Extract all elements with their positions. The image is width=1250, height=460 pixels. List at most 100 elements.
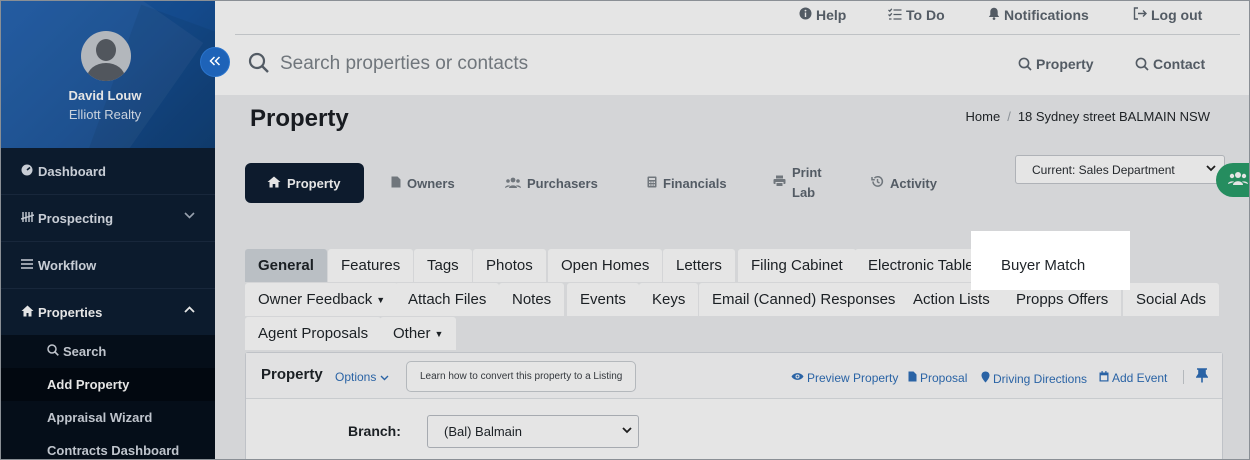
subtab-label: Electronic Table (868, 257, 974, 274)
subtab-events[interactable]: Events (567, 283, 639, 316)
chevron-up-icon (184, 304, 195, 316)
search-scope-property[interactable]: Property (1018, 56, 1094, 72)
caret-down-icon: ▼ (376, 294, 386, 305)
pin-icon[interactable] (1195, 368, 1209, 386)
users-icon (1228, 171, 1248, 190)
user-name: David Louw (68, 88, 142, 103)
subtab-buyer-match[interactable]: Buyer Match (971, 231, 1130, 290)
tab-owners[interactable]: Owners (391, 163, 455, 203)
branch-select[interactable]: (Bal) Balmain (427, 415, 639, 448)
notifications-link[interactable]: Notifications (988, 7, 1089, 23)
map-pin-icon (981, 371, 990, 386)
calendar-icon (1099, 371, 1109, 385)
subtab-label: Features (341, 257, 401, 274)
sidebar-subitem-appraisal-wizard[interactable]: Appraisal Wizard (0, 401, 215, 434)
breadcrumb-home[interactable]: Home (966, 109, 1001, 124)
calculator-icon (647, 176, 657, 191)
branch-label: Branch: (348, 423, 401, 439)
chevron-down-icon (184, 210, 195, 222)
tab-label-line1: Print (792, 165, 822, 180)
properties-subnav: Search Add Property Appraisal Wizard Con… (0, 335, 215, 460)
avatar[interactable] (81, 31, 131, 81)
todo-label: To Do (906, 7, 945, 23)
tab-print-lab[interactable]: Print Lab (773, 163, 822, 203)
user-company: Elliott Realty (68, 107, 142, 122)
sidebar-subitem-contracts-dashboard[interactable]: Contracts Dashboard (0, 434, 215, 460)
todo-link[interactable]: To Do (888, 7, 945, 23)
tally-icon (20, 211, 34, 226)
sidebar-item-prospecting[interactable]: Prospecting (0, 195, 215, 241)
subtab-open-homes[interactable]: Open Homes (548, 249, 663, 282)
subtab-social-ads[interactable]: Social Ads (1123, 283, 1220, 316)
help-link[interactable]: Help (799, 7, 846, 23)
tab-purchasers[interactable]: Purchasers (505, 163, 598, 203)
branch-select-value: (Bal) Balmain (444, 424, 523, 439)
search-scope-contact[interactable]: Contact (1135, 56, 1205, 72)
main-area: Help To Do Notifications Log out Search … (215, 0, 1250, 460)
search-input[interactable]: Search properties or contacts (280, 53, 528, 75)
users-icon (505, 176, 521, 191)
add-event-link[interactable]: Add Event (1099, 371, 1167, 385)
subtab-label: General (258, 257, 314, 274)
sidebar-item-properties[interactable]: Properties (0, 289, 215, 335)
info-icon (799, 7, 812, 23)
collapse-sidebar-button[interactable] (200, 47, 230, 77)
subtab-attach-files[interactable]: Attach Files (395, 283, 500, 316)
tab-property[interactable]: Property (245, 163, 364, 203)
department-select-value: Current: Sales Department (1032, 162, 1175, 177)
subtab-general[interactable]: General (245, 249, 327, 282)
team-button[interactable] (1216, 163, 1250, 197)
tab-label: Activity (890, 175, 937, 191)
proposal-link[interactable]: Proposal (908, 371, 967, 385)
subtab-other[interactable]: Other ▼ (380, 317, 457, 350)
checklist-icon (888, 7, 902, 23)
subtab-notes[interactable]: Notes (499, 283, 565, 316)
file-icon (391, 176, 401, 191)
search-icon (47, 344, 59, 359)
subtab-tags[interactable]: Tags (414, 249, 472, 282)
sidebar-nav: Dashboard Prospecting Workflow Propertie… (0, 148, 215, 460)
subtab-photos[interactable]: Photos (473, 249, 546, 282)
subtab-filing-cabinet[interactable]: Filing Cabinet (738, 249, 856, 282)
subtab-owner-feedback[interactable]: Owner Feedback ▼ (245, 283, 399, 316)
driving-directions-link[interactable]: Driving Directions (981, 371, 1087, 386)
subtab-label: Buyer Match (1001, 257, 1086, 274)
panel-title: Property (261, 366, 323, 383)
subtab-keys[interactable]: Keys (639, 283, 699, 316)
driving-directions-label: Driving Directions (993, 371, 1088, 386)
search-bar: Search properties or contacts Property C… (215, 35, 1250, 95)
subtab-email-responses[interactable]: Email (Canned) Responses (699, 283, 909, 316)
sidebar-item-workflow[interactable]: Workflow (0, 242, 215, 288)
preview-property-link[interactable]: Preview Property (791, 371, 898, 385)
search-icon (248, 52, 270, 74)
subtab-features[interactable]: Features (328, 249, 414, 282)
subtab-label: Letters (676, 257, 722, 274)
profile-panel: David Louw Elliott Realty (0, 0, 215, 148)
subtab-label: Keys (652, 291, 686, 308)
sidebar-subitem-search[interactable]: Search (0, 335, 215, 368)
file-icon (908, 371, 917, 385)
home-icon (20, 305, 34, 320)
logout-link[interactable]: Log out (1133, 7, 1202, 23)
tab-label-line2: Lab (792, 185, 816, 200)
subtab-label: Attach Files (408, 291, 487, 308)
subtab-electronic-table[interactable]: Electronic Table (855, 249, 987, 282)
menu-icon (20, 258, 34, 272)
search-icon (1018, 57, 1032, 71)
department-select[interactable]: Current: Sales Department (1015, 155, 1225, 184)
eye-icon (791, 372, 804, 384)
sidebar-item-label: Properties (38, 304, 103, 320)
tab-financials[interactable]: Financials (647, 163, 727, 203)
sidebar-subitem-add-property[interactable]: Add Property (0, 368, 215, 401)
sidebar-item-dashboard[interactable]: Dashboard (0, 148, 215, 194)
subtab-label: Open Homes (561, 257, 650, 274)
preview-property-label: Preview Property (807, 371, 899, 385)
options-dropdown[interactable]: Options (335, 370, 389, 384)
subtab-agent-proposals[interactable]: Agent Proposals (245, 317, 382, 350)
tab-activity[interactable]: Activity (871, 163, 937, 203)
subtab-letters[interactable]: Letters (663, 249, 735, 282)
learn-convert-listing-button[interactable]: Learn how to convert this property to a … (406, 361, 637, 392)
tab-label: Purchasers (527, 175, 598, 191)
options-label: Options (335, 370, 377, 384)
help-label: Help (816, 7, 847, 23)
